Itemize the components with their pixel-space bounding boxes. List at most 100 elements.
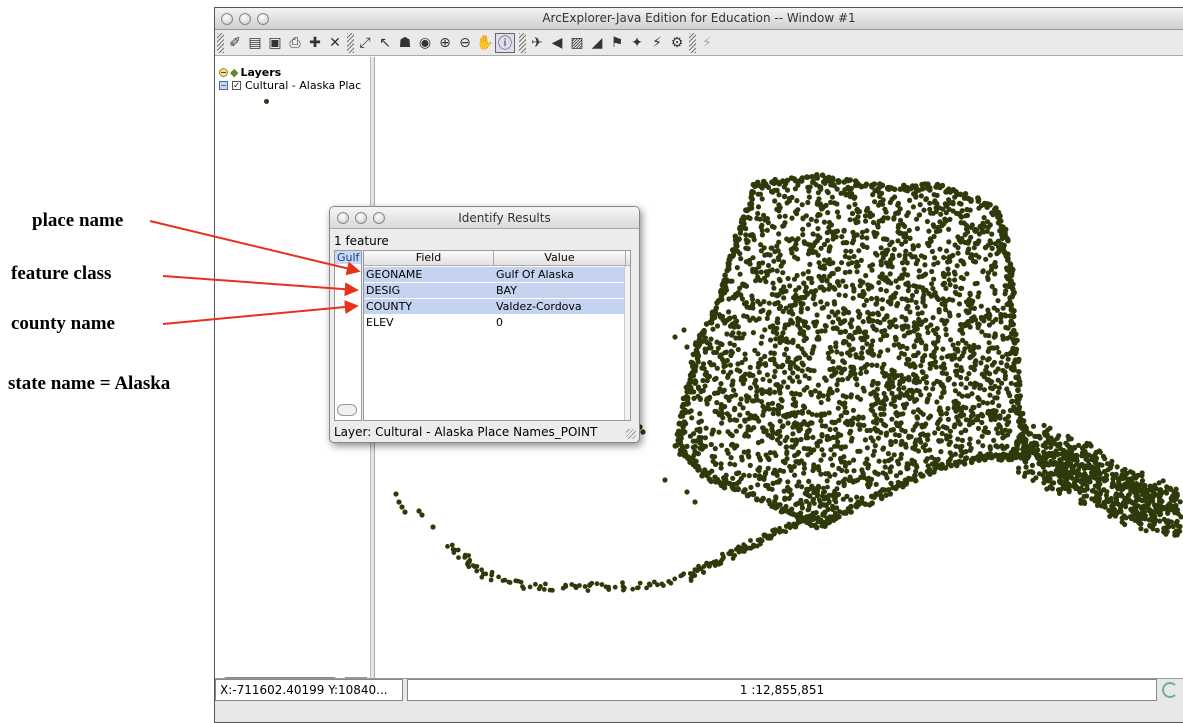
window-titlebar[interactable]: ArcExplorer-Java Edition for Education -…	[215, 8, 1183, 30]
feature-list-scrollbar[interactable]	[337, 404, 357, 416]
toolbar-grip-4[interactable]	[689, 33, 696, 53]
zoom-in-icon[interactable]: ⊕	[435, 33, 455, 53]
feature-list-item[interactable]: Gulf	[335, 251, 361, 264]
map-point	[902, 223, 908, 229]
zoom-previous-icon[interactable]: ☗	[395, 33, 415, 53]
table-vertical-scrollbar[interactable]	[624, 266, 630, 420]
add-layer-icon[interactable]: ✚	[305, 33, 325, 53]
map-point	[560, 585, 566, 591]
zoom-to-layer-icon[interactable]: ◉	[415, 33, 435, 53]
map-point	[955, 250, 961, 256]
layer-visibility-checkbox[interactable]: ✓	[232, 81, 241, 90]
map-point	[793, 356, 799, 362]
dialog-titlebar[interactable]: Identify Results	[330, 207, 639, 229]
map-point	[897, 395, 903, 401]
map-point	[891, 452, 897, 458]
map-point	[888, 280, 894, 286]
table-row[interactable]: GEONAME Gulf Of Alaska	[364, 267, 628, 282]
map-point	[1086, 477, 1092, 483]
map-point	[847, 474, 853, 480]
layers-header[interactable]: − ◆ Layers	[219, 66, 281, 79]
collapse-layers-icon[interactable]: −	[219, 68, 228, 77]
zoom-to-active-icon[interactable]: ↖	[375, 33, 395, 53]
properties-icon[interactable]: ⚙	[667, 33, 687, 53]
map-point	[827, 426, 833, 433]
zoom-out-icon[interactable]: ⊖	[455, 33, 475, 53]
pan-icon[interactable]: ✋	[475, 33, 495, 53]
map-point	[805, 452, 811, 458]
map-point	[975, 425, 982, 431]
map-point	[872, 199, 878, 205]
map-point	[992, 331, 998, 337]
table-row[interactable]: COUNTY Valdez-Cordova	[364, 299, 628, 314]
map-point	[1017, 436, 1023, 442]
find-icon[interactable]: ✈	[527, 33, 547, 53]
map-point	[932, 341, 938, 347]
remove-layer-icon[interactable]: ✕	[325, 33, 345, 53]
map-point	[814, 493, 820, 499]
table-row[interactable]: DESIG BAY	[364, 283, 628, 298]
map-point	[818, 328, 824, 334]
save-icon[interactable]: ▣	[265, 33, 285, 53]
map-point	[841, 228, 847, 234]
map-point	[903, 315, 909, 322]
map-point	[909, 292, 916, 299]
toolbar-grip-2[interactable]	[347, 33, 354, 53]
map-point	[851, 366, 857, 372]
map-point	[726, 296, 732, 302]
map-point	[891, 186, 898, 193]
layer-item[interactable]: − ✓ Cultural - Alaska Plac	[219, 79, 369, 92]
map-point	[940, 363, 946, 369]
map-point	[706, 476, 713, 482]
query-builder-icon[interactable]: ◀	[547, 33, 567, 53]
resize-grip-icon[interactable]	[626, 429, 636, 439]
toolbar-grip-3[interactable]	[519, 33, 526, 53]
map-point	[758, 399, 765, 405]
open-icon[interactable]: ▤	[245, 33, 265, 53]
map-point	[966, 238, 972, 244]
identify-icon[interactable]: ⓘ	[495, 33, 515, 53]
column-header-field[interactable]: Field	[364, 251, 494, 265]
map-point	[909, 387, 915, 393]
buffer-icon[interactable]: ▨	[567, 33, 587, 53]
collapse-layer-icon[interactable]: −	[219, 81, 228, 90]
map-point	[753, 266, 759, 273]
map-point	[846, 204, 852, 210]
map-point	[806, 222, 812, 228]
map-point	[945, 377, 951, 383]
table-row[interactable]: ELEV 0	[364, 315, 628, 330]
print-icon[interactable]: ⎙	[285, 33, 305, 53]
toolbar-grip[interactable]	[217, 33, 224, 53]
map-point	[849, 317, 855, 323]
map-point	[708, 336, 714, 342]
clear-selection-icon[interactable]: ✦	[627, 33, 647, 53]
select-features-icon[interactable]: ⚑	[607, 33, 627, 53]
new-map-icon[interactable]: ✐	[225, 33, 245, 53]
field-cell: GEONAME	[366, 268, 423, 281]
map-point	[922, 262, 928, 268]
map-point	[926, 185, 933, 191]
map-point	[845, 186, 851, 192]
map-point	[813, 288, 819, 294]
zoom-to-full-icon[interactable]: ⤢	[355, 33, 375, 53]
map-point	[943, 371, 950, 377]
hotlink-icon[interactable]: ⚡	[647, 33, 667, 53]
map-point	[923, 385, 929, 391]
measure-icon[interactable]: ◢	[587, 33, 607, 53]
map-point	[520, 584, 525, 589]
map-point	[811, 344, 817, 350]
map-point	[811, 447, 817, 453]
map-point	[711, 349, 717, 356]
map-point	[863, 208, 870, 214]
map-point	[533, 581, 538, 587]
map-point	[881, 487, 887, 493]
column-header-value[interactable]: Value	[494, 251, 626, 265]
map-point	[921, 272, 927, 278]
map-point	[787, 283, 793, 289]
feature-list[interactable]: Gulf	[334, 250, 362, 421]
map-point	[701, 570, 707, 575]
map-point	[720, 389, 726, 395]
map-point	[1010, 313, 1017, 320]
map-point	[787, 365, 793, 371]
map-point	[742, 356, 748, 362]
